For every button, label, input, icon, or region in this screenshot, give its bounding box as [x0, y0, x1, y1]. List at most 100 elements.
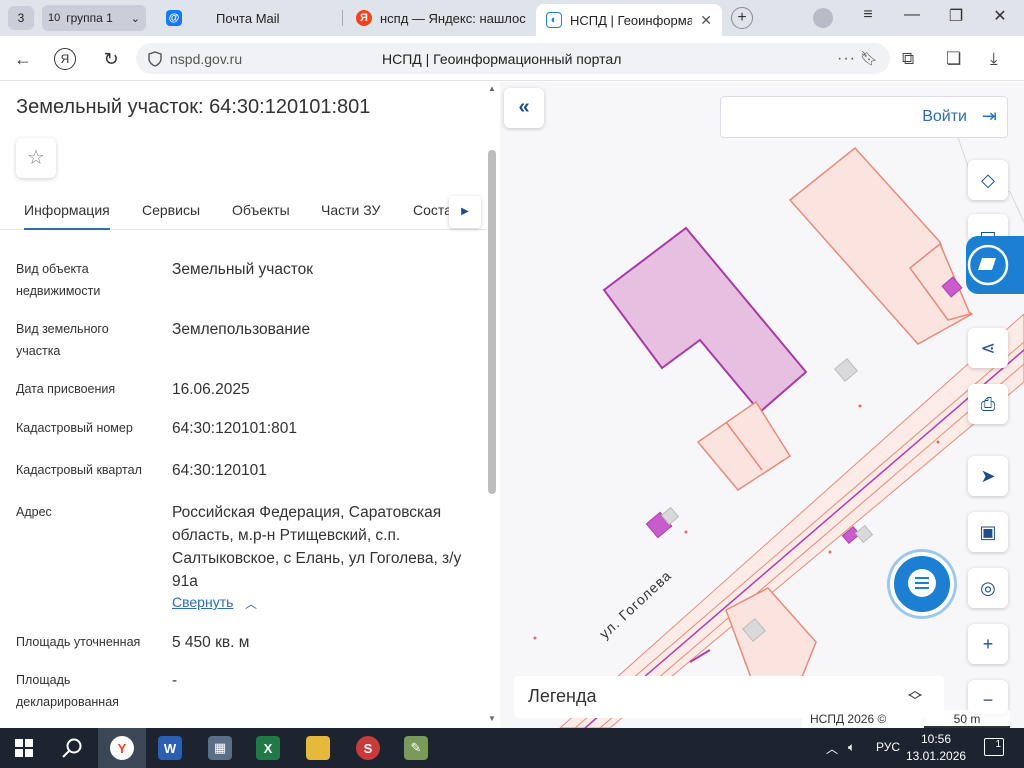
minimize-icon[interactable]: — [900, 6, 924, 24]
taskbar-word[interactable]: W [146, 728, 194, 768]
info-label: Адрес [16, 505, 52, 519]
zoom-in-button[interactable]: + [968, 624, 1008, 664]
chevron-up-icon[interactable]: ︿ [245, 595, 257, 612]
taskbar-app-tool[interactable]: ✎ [392, 728, 440, 768]
taskbar-excel[interactable]: X [244, 728, 292, 768]
back-arrow-icon[interactable]: ← [10, 46, 36, 72]
expand-collapse-icon[interactable]: ︿ ﹀ [908, 683, 922, 708]
collapse-panel-button[interactable]: « [504, 88, 544, 128]
layers-button[interactable]: ◇ [968, 160, 1008, 200]
map-point [684, 530, 688, 534]
more-icon[interactable]: ··· [837, 50, 856, 68]
restore-icon[interactable]: ❐ [944, 6, 968, 26]
reload-icon[interactable]: ↻ [98, 46, 124, 72]
scroll-up-icon[interactable]: ▲ [488, 84, 496, 93]
yandex-icon: Я [356, 10, 372, 26]
search-button[interactable] [48, 728, 96, 768]
excel-icon: X [256, 736, 280, 760]
taskbar-app-s[interactable]: S [344, 728, 392, 768]
map-folder-icon [967, 244, 1009, 286]
info-label: Кадастровый квартал [16, 463, 142, 477]
extensions-icon[interactable]: ⧉ [902, 49, 914, 69]
map-point [533, 636, 537, 640]
address-bar-row: ← Я ↻ nspd.gov.ru НСПД | Геоинформационн… [0, 36, 1024, 81]
scroll-down-icon[interactable]: ▼ [488, 714, 496, 723]
map-copyright: НСПД 2026 © [802, 710, 922, 728]
browser-tab-strip: 3 10 группа 1 ⌄ @ Почта Mail Я нспд — Ян… [0, 0, 1024, 36]
start-button[interactable] [0, 728, 48, 768]
print-button[interactable]: ⎙ [968, 384, 1008, 424]
tab-nspd[interactable]: ◐ НСПД | Геоинформацио ✕ [536, 4, 722, 36]
favorite-star-button[interactable]: ☆ [16, 138, 56, 178]
parcel-selected [602, 226, 808, 414]
info-label: Площадь декларированная [16, 673, 119, 709]
tab-yandex[interactable]: Я нспд — Яндекс: нашлось [346, 4, 526, 32]
navigation-arrow-icon: ➤ [980, 466, 996, 486]
taskbar-explorer[interactable] [294, 728, 342, 768]
map-canvas [533, 131, 1024, 728]
locate-button[interactable]: ➤ [968, 456, 1008, 496]
window-close-icon[interactable]: ✕ [988, 6, 1012, 26]
folder-icon [306, 736, 330, 760]
triangle-right-icon: ▶ [461, 206, 469, 217]
tab-parts[interactable]: Части ЗУ [321, 202, 380, 218]
app-s-icon: S [356, 736, 380, 760]
share-icon: ⋖ [980, 338, 996, 358]
location-search-icon: ◎ [980, 578, 996, 598]
bookmark-icon[interactable]: 🔖︎ [860, 50, 878, 67]
geoportal-badge[interactable] [966, 236, 1024, 294]
info-value: 64:30:120101:801 [172, 420, 297, 437]
tab-count-badge[interactable]: 3 [8, 6, 34, 30]
basemap-button[interactable]: ▣ [968, 512, 1008, 552]
tab-objects[interactable]: Объекты [232, 202, 290, 218]
scroll-thumb[interactable] [488, 150, 496, 494]
new-tab-button[interactable]: + [731, 7, 753, 29]
zoom-out-button[interactable]: − [968, 680, 1008, 714]
volume-icon[interactable]: 🔈︎ [848, 740, 855, 755]
keyboard-language[interactable]: РУС [876, 740, 900, 754]
info-value: Землепользование [172, 321, 311, 338]
tab-group[interactable]: 10 группа 1 ⌄ [42, 5, 146, 31]
notifications-button[interactable]: 1 [984, 738, 1004, 756]
chat-button[interactable] [890, 552, 954, 616]
search-location-button[interactable]: ◎ [968, 568, 1008, 608]
tab-services[interactable]: Сервисы [142, 202, 200, 218]
double-chevron-left-icon: « [518, 96, 530, 118]
login-button[interactable]: Войти ⇥ [720, 96, 1008, 138]
tab-separator [342, 10, 343, 26]
plus-icon: + [982, 634, 994, 654]
chat-icon [908, 569, 936, 597]
taskbar-calculator[interactable]: ▦ [196, 728, 244, 768]
tab-mail[interactable]: @ Почта Mail [156, 4, 336, 32]
tray-expand-icon[interactable]: ︿ [826, 740, 838, 757]
share-button[interactable]: ⋖ [968, 328, 1008, 368]
tab-group-label: группа 1 [66, 11, 113, 25]
profile-avatar[interactable] [813, 8, 833, 28]
panel-scrollbar[interactable]: ▲ ▼ [486, 82, 498, 728]
tab-label: Почта Mail [216, 10, 280, 26]
close-icon[interactable]: ✕ [700, 12, 712, 29]
tab-composition[interactable]: Состав [413, 202, 449, 218]
url-text: nspd.gov.ru [170, 50, 243, 67]
minus-icon: − [982, 690, 994, 710]
tab-label: нспд — Яндекс: нашлось [380, 10, 526, 26]
map-view[interactable]: ул. Гоголева « Войти ⇥ ◇ ▭ ⋖ ⎙ ➤ ▣ ◎ + −… [500, 82, 1024, 728]
map-point [936, 440, 940, 444]
tabs-scroll-right-button[interactable]: ▶ [449, 196, 481, 228]
tool-icon: ✎ [404, 736, 428, 760]
taskbar-yandex-browser[interactable]: Y [98, 728, 146, 768]
omnibox[interactable]: nspd.gov.ru НСПД | Геоинформационный пор… [136, 43, 890, 74]
download-icon[interactable]: ⤓ [990, 49, 998, 69]
tab-information[interactable]: Информация [24, 202, 110, 230]
info-value: Земельный участок [172, 261, 314, 278]
info-value: 16.06.2025 [172, 381, 250, 398]
taskbar: Y W ▦ X S ✎ ︿ 🔈︎ РУС 10:56 13.01.2026 1 [0, 728, 1024, 768]
clock[interactable]: 10:56 13.01.2026 [906, 731, 966, 765]
collections-icon[interactable]: ❏ [946, 49, 961, 69]
collapse-address-link[interactable]: Свернуть [172, 594, 233, 610]
yandex-home-icon[interactable]: Я [54, 48, 76, 70]
menu-icon[interactable]: ≡ [856, 6, 880, 24]
legend-label: Легенда [528, 686, 597, 706]
yandex-browser-icon: Y [110, 736, 134, 760]
mail-icon: @ [166, 10, 182, 26]
